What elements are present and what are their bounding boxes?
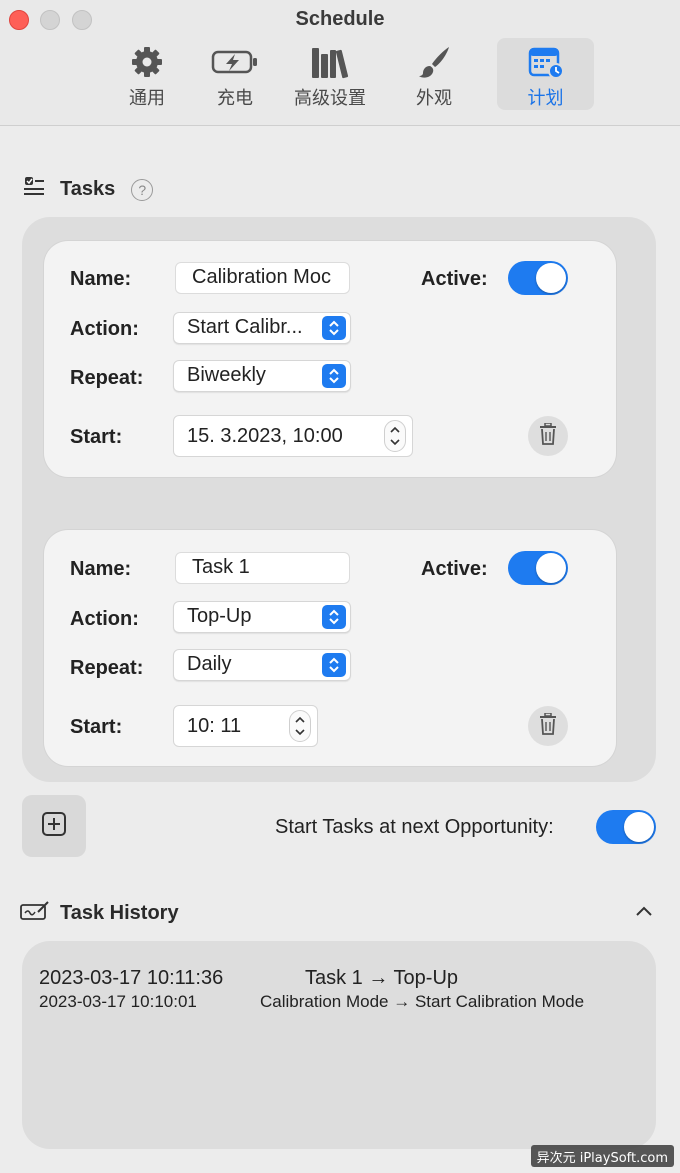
watermark: 异次元 iPlaySoft.com xyxy=(530,1145,674,1167)
action-value: Top-Up xyxy=(187,605,252,627)
window-titlebar: Schedule 通用 充电 高级设置 外观 计划 xyxy=(0,0,680,126)
tab-charging[interactable]: 充电 xyxy=(200,38,270,110)
active-toggle[interactable] xyxy=(508,261,568,295)
history-title: Task History xyxy=(60,902,179,924)
tab-appearance[interactable]: 外观 xyxy=(399,38,469,110)
repeat-value: Biweekly xyxy=(187,364,266,386)
task-card: Name: Task 1 Active: Action: Top-Up Repe… xyxy=(44,530,616,766)
active-toggle[interactable] xyxy=(508,551,568,585)
calendar-clock-icon xyxy=(526,42,566,82)
chevron-up-down-icon xyxy=(322,653,346,677)
tab-general-label: 通用 xyxy=(129,88,165,109)
task-name-field[interactable]: Calibration Moc xyxy=(175,262,350,294)
tab-advanced[interactable]: 高级设置 xyxy=(286,38,374,110)
tab-advanced-label: 高级设置 xyxy=(294,88,366,109)
chevron-up-icon xyxy=(633,906,655,926)
repeat-label: Repeat: xyxy=(70,367,144,389)
start-value: 10: 11 xyxy=(187,715,242,737)
history-entry-time: 2023-03-17 10:11:36 xyxy=(39,967,224,989)
start-label: Start: xyxy=(70,716,123,738)
action-value: Start Calibr... xyxy=(187,316,303,338)
start-time-field[interactable]: 10: 11 xyxy=(173,705,318,747)
tab-appearance-label: 外观 xyxy=(416,88,452,109)
active-label: Active: xyxy=(421,268,488,290)
gear-icon xyxy=(129,42,165,82)
task-card: Name: Calibration Moc Active: Action: St… xyxy=(44,241,616,477)
tab-schedule[interactable]: 计划 xyxy=(497,38,594,110)
history-section-header: Task History xyxy=(20,900,179,927)
tab-general[interactable]: 通用 xyxy=(112,38,182,110)
action-popup[interactable]: Top-Up xyxy=(173,601,351,633)
start-datetime-field[interactable]: 15. 3.2023, 10:00 xyxy=(173,415,413,457)
time-stepper[interactable] xyxy=(289,710,311,742)
help-button[interactable]: ? xyxy=(131,178,154,201)
tasks-section-header: Tasks ? xyxy=(22,176,154,203)
trash-icon xyxy=(539,711,557,740)
delete-task-button[interactable] xyxy=(528,416,568,456)
chevron-up-down-icon xyxy=(322,364,346,388)
name-label: Name: xyxy=(70,268,132,290)
start-value: 15. 3.2023, 10:00 xyxy=(187,425,343,447)
history-entry-event: Calibration Mode → Start Calibration Mod… xyxy=(260,992,585,1011)
add-task-button[interactable] xyxy=(22,795,86,857)
action-popup[interactable]: Start Calibr... xyxy=(173,312,351,344)
checklist-icon xyxy=(22,176,46,203)
collapse-history-button[interactable] xyxy=(633,900,655,927)
delete-task-button[interactable] xyxy=(528,706,568,746)
books-icon xyxy=(310,42,350,82)
task-name-field[interactable]: Task 1 xyxy=(175,552,350,584)
repeat-label: Repeat: xyxy=(70,657,144,679)
opportunity-toggle[interactable] xyxy=(596,810,656,844)
window-title: Schedule xyxy=(295,8,385,30)
start-label: Start: xyxy=(70,426,123,448)
history-entry-time: 2023-03-17 10:10:01 xyxy=(39,992,197,1011)
date-stepper[interactable] xyxy=(384,420,406,452)
history-entry-event: Task 1 → Top-Up xyxy=(305,967,459,989)
action-label: Action: xyxy=(70,608,139,630)
repeat-popup[interactable]: Daily xyxy=(173,649,351,681)
tab-schedule-label: 计划 xyxy=(527,88,564,109)
trash-icon xyxy=(539,421,557,450)
battery-charging-icon xyxy=(211,42,259,82)
chevron-up-down-icon xyxy=(322,316,346,340)
tasks-title: Tasks xyxy=(60,178,116,200)
chevron-up-down-icon xyxy=(322,605,346,629)
opportunity-label: Start Tasks at next Opportunity: xyxy=(275,816,554,838)
repeat-value: Daily xyxy=(187,653,232,675)
plus-square-icon xyxy=(41,811,67,842)
tab-charging-label: 充电 xyxy=(217,88,253,109)
action-label: Action: xyxy=(70,318,139,340)
name-label: Name: xyxy=(70,558,132,580)
paintbrush-icon xyxy=(416,42,452,82)
signature-icon xyxy=(20,900,50,927)
active-label: Active: xyxy=(421,558,488,580)
repeat-popup[interactable]: Biweekly xyxy=(173,360,351,392)
